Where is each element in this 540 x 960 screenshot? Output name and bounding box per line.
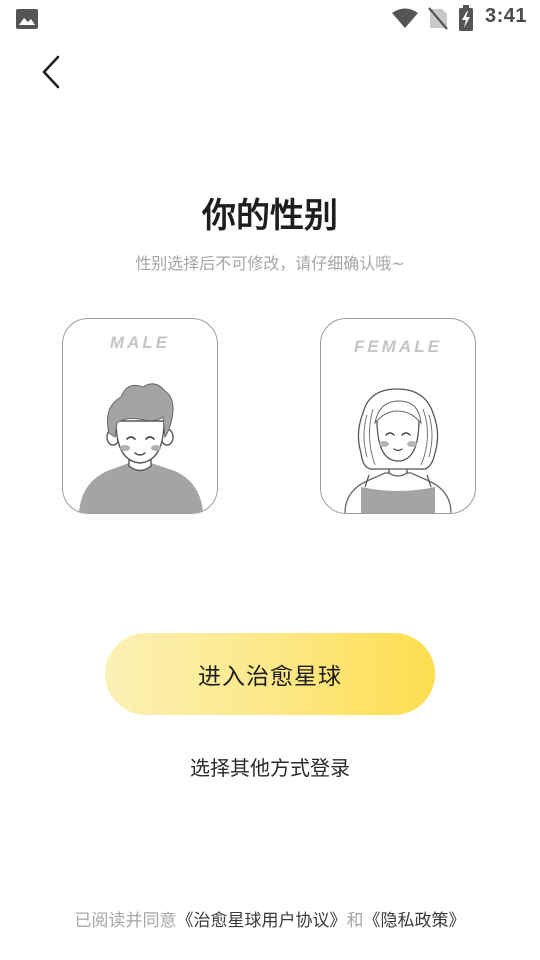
gender-label-male: MALE — [109, 333, 171, 352]
agreement-prefix: 已阅读并同意 — [74, 911, 177, 931]
privacy-policy-link[interactable]: 《隐私政策》 — [364, 911, 466, 931]
agreement-text: 已阅读并同意《治愈星球用户协议》和《隐私政策》 — [0, 906, 540, 931]
page-subtitle: 性别选择后不可修改，请仔细确认哦~ — [135, 254, 405, 273]
status-time: 3:41 — [485, 5, 528, 27]
male-avatar-illustration — [79, 383, 203, 513]
gender-option-female[interactable]: FEMALE — [320, 318, 476, 514]
female-avatar-illustration — [344, 388, 452, 513]
other-login-link[interactable]: 选择其他方式登录 — [0, 752, 540, 781]
enter-button[interactable]: 进入治愈星球 — [105, 633, 435, 715]
gender-select-screen: 3:41 你的性别 性别选择后不可修改，请仔细确认哦~ MALE FEMALE … — [0, 0, 540, 960]
page-title: 你的性别 — [202, 196, 338, 236]
battery-charging-icon — [459, 5, 473, 31]
chevron-left-icon — [42, 55, 60, 89]
no-sim-icon — [428, 7, 448, 30]
wifi-icon — [392, 8, 418, 28]
agreement-conjunction: 和 — [346, 911, 364, 931]
back-button[interactable] — [32, 52, 72, 92]
image-icon — [16, 9, 38, 29]
status-bar: 3:41 — [0, 0, 540, 36]
gender-option-male[interactable]: MALE — [62, 318, 218, 514]
user-agreement-link[interactable]: 《治愈星球用户协议》 — [177, 911, 347, 931]
